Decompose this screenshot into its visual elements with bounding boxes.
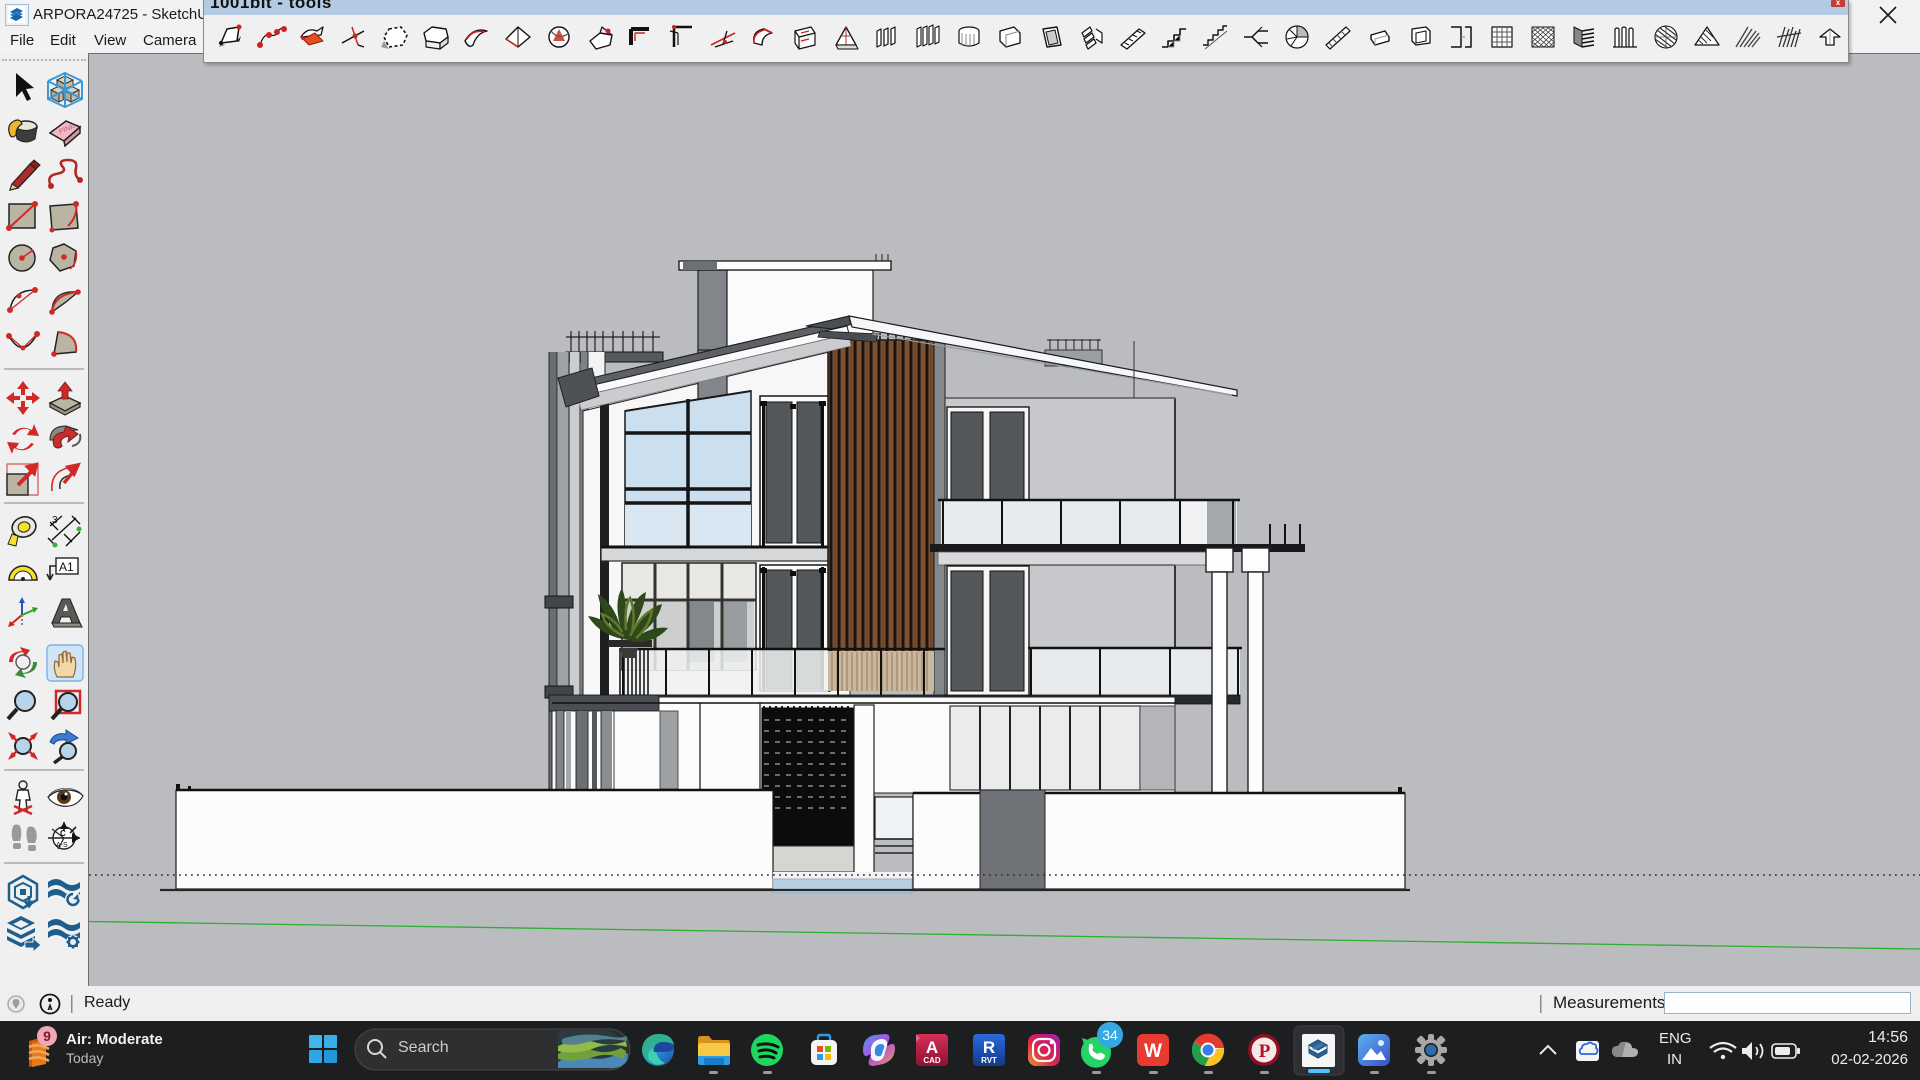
svg-text:R: R (983, 1038, 995, 1057)
svg-text:P: P (1259, 1041, 1271, 1062)
svg-text:3: 3 (52, 515, 58, 526)
svg-text:A-S: A-S (56, 842, 68, 849)
svg-text:A1: A1 (59, 560, 74, 574)
svg-text:A: A (926, 1038, 938, 1057)
svg-text:C: C (60, 829, 66, 838)
svg-text:CAD: CAD (923, 1056, 941, 1065)
svg-text:34: 34 (1102, 1027, 1118, 1043)
svg-text:9: 9 (43, 1028, 51, 1044)
svg-text:RVT: RVT (981, 1056, 997, 1065)
svg-text:W: W (1144, 1041, 1162, 1062)
